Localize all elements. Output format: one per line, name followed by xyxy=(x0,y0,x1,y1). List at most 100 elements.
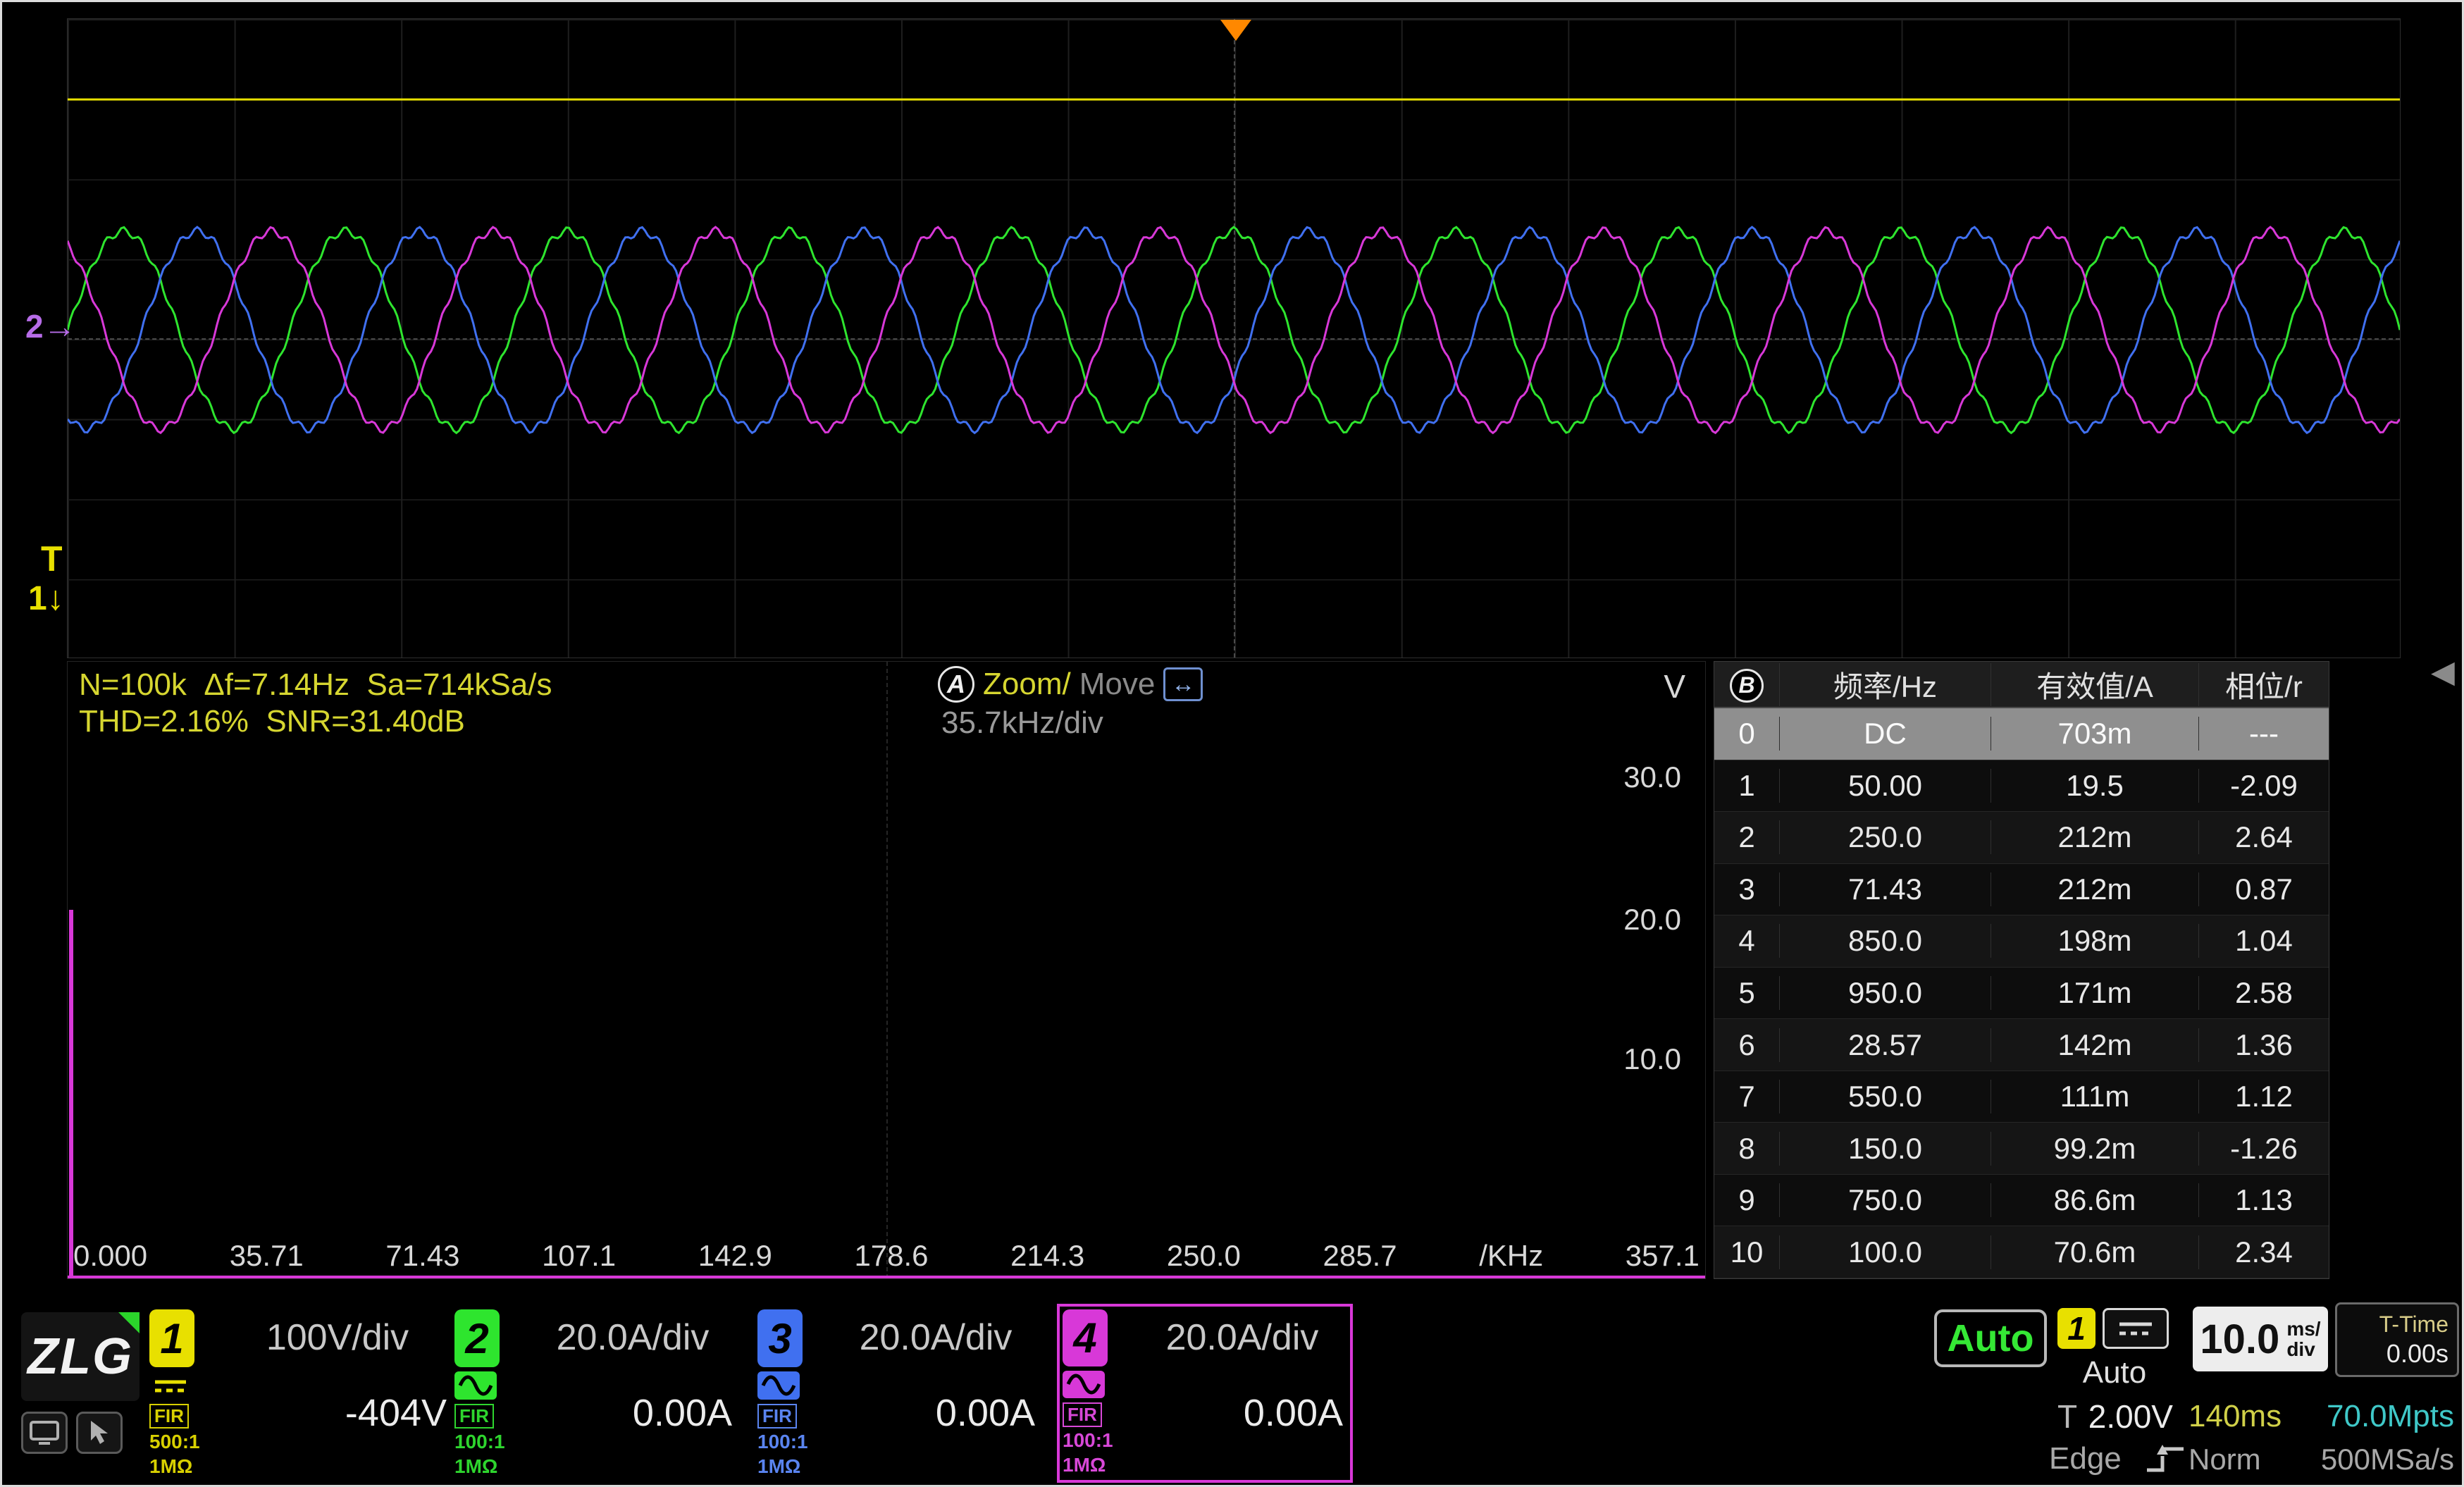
channel3-probe-info: FIR 100:1 1MΩ xyxy=(757,1404,808,1479)
ac-sine-icon xyxy=(454,1371,497,1399)
fft-xlabel: 71.43 xyxy=(385,1239,459,1273)
fft-ylabel-10: 10.0 xyxy=(1623,1042,1681,1076)
dc-coupling-icon xyxy=(149,1371,192,1399)
trigger-type[interactable]: Edge xyxy=(2049,1441,2197,1476)
fft-display[interactable]: N=100k Δf=7.14Hz Sa=714kSa/s THD=2.16% S… xyxy=(67,661,1706,1279)
trigger-level-marker[interactable]: T xyxy=(41,538,63,579)
table-row[interactable]: 7 550.0 111m 1.12 xyxy=(1714,1071,2329,1123)
fft-xlabel: 250.0 xyxy=(1167,1239,1241,1273)
table-row[interactable]: 4 850.0 198m 1.04 xyxy=(1714,915,2329,968)
channel1-panel[interactable]: 1 FIR 500:1 1MΩ 100V/div -404V xyxy=(149,1309,451,1479)
screenshot-icon[interactable] xyxy=(21,1412,68,1454)
channel1-position-marker[interactable]: 1↓ xyxy=(28,579,64,618)
timebase-box[interactable]: 10.0 ms/ div xyxy=(2193,1307,2328,1371)
table-row[interactable]: 10 100.0 70.6m 2.34 xyxy=(1714,1226,2329,1278)
fft-info-line1: N=100k Δf=7.14Hz Sa=714kSa/s xyxy=(79,667,552,703)
channel4-probe-info: FIR 100:1 1MΩ xyxy=(1063,1402,1113,1477)
fft-xunit: /KHz xyxy=(1479,1239,1543,1273)
memory-depth: 70.0Mpts xyxy=(2327,1399,2454,1434)
fft-move-label[interactable]: Move xyxy=(1079,667,1156,702)
channel2-panel[interactable]: 2 FIR 100:1 1MΩ 20.0A/div 0.00A xyxy=(454,1309,736,1479)
trigger-time-box[interactable]: T-Time 0.00s xyxy=(2335,1302,2459,1377)
trigger-type-label: Edge xyxy=(2049,1441,2122,1476)
channel2-scale: 20.0A/div xyxy=(529,1316,736,1359)
rising-edge-icon xyxy=(2143,1442,2188,1476)
channel4-badge[interactable]: 4 xyxy=(1063,1309,1108,1366)
trigger-level-label: T xyxy=(2057,1397,2077,1436)
fft-xlabel: 142.9 xyxy=(698,1239,772,1273)
table-row[interactable]: 2 250.0 212m 2.64 xyxy=(1714,812,2329,864)
trigger-level[interactable]: T 2.00V xyxy=(2057,1397,2173,1436)
fft-ylabel-30: 30.0 xyxy=(1623,760,1681,794)
fft-xlabel: 285.7 xyxy=(1323,1239,1397,1273)
table-row[interactable]: 5 950.0 171m 2.58 xyxy=(1714,968,2329,1020)
channel3-scale: 20.0A/div xyxy=(832,1316,1039,1359)
column-header-frequency: 频率/Hz xyxy=(1779,663,1991,706)
column-header-rms: 有效值/A xyxy=(1991,663,2198,706)
fft-xlabel: 0.000 xyxy=(73,1239,147,1273)
fft-zoom-control[interactable]: A Zoom/ Move ↔ xyxy=(938,666,1203,703)
channel4-panel-selected[interactable]: 4 FIR 100:1 1MΩ 20.0A/div 0.00A xyxy=(1057,1304,1353,1483)
t-time-label: T-Time xyxy=(2379,1312,2448,1338)
harmonics-header: B 频率/Hz 有效值/A 相位/r xyxy=(1714,662,2329,708)
table-row[interactable]: 1 50.00 19.5 -2.09 xyxy=(1714,760,2329,813)
ac-sine-icon xyxy=(1063,1371,1105,1398)
move-horizontal-icon[interactable]: ↔ xyxy=(1163,667,1203,702)
channel4-value: 0.00A xyxy=(1137,1391,1347,1435)
channel4-scale: 20.0A/div xyxy=(1137,1316,1347,1359)
fft-info-line2: THD=2.16% SNR=31.40dB xyxy=(79,704,465,739)
fft-xlabel: 357.1 xyxy=(1626,1239,1700,1273)
trigger-coupling-icon[interactable] xyxy=(2103,1308,2169,1349)
table-row[interactable]: 9 750.0 86.6m 1.13 xyxy=(1714,1175,2329,1227)
zlg-logo: ZLG xyxy=(21,1312,140,1401)
capture-window: 140ms xyxy=(2188,1399,2282,1434)
logo-corner-triangle xyxy=(118,1312,140,1333)
channel2-position-marker[interactable]: 2→ xyxy=(25,307,76,345)
channel1-badge[interactable]: 1 xyxy=(149,1309,194,1367)
trigger-mode-auto-button[interactable]: Auto xyxy=(1934,1309,2047,1367)
fft-ylabel-20: 20.0 xyxy=(1623,903,1681,937)
fft-fundamental-spike xyxy=(69,910,73,1276)
fft-center-gridline xyxy=(886,662,888,1278)
trigger-sweep-mode: Auto xyxy=(2057,1355,2172,1390)
waveform-traces xyxy=(68,19,2400,658)
knob-a-icon[interactable]: A xyxy=(938,666,974,703)
timebase-unit: ms/ div xyxy=(2286,1319,2320,1360)
harmonics-table: B 频率/Hz 有效值/A 相位/r 0 DC 703m --- 1 50.00… xyxy=(1714,661,2329,1279)
waveform-display[interactable] xyxy=(67,18,2401,658)
table-row[interactable]: 6 28.57 142m 1.36 xyxy=(1714,1019,2329,1071)
channel3-badge[interactable]: 3 xyxy=(757,1309,803,1367)
channel2-probe-info: FIR 100:1 1MΩ xyxy=(454,1404,505,1479)
fft-xlabel: 107.1 xyxy=(542,1239,616,1273)
fft-trace-baseline xyxy=(68,1276,1705,1278)
timebase-value: 10.0 xyxy=(2200,1316,2279,1363)
touch-pointer-icon[interactable] xyxy=(76,1412,123,1454)
channel2-value: 0.00A xyxy=(529,1391,736,1435)
table-row[interactable]: 8 150.0 99.2m -1.26 xyxy=(1714,1123,2329,1175)
waveform-trace-ch4 xyxy=(68,227,2400,433)
fft-xlabel: 178.6 xyxy=(854,1239,928,1273)
table-row[interactable]: 0 DC 703m --- xyxy=(1714,708,2329,760)
knob-b-icon[interactable]: B xyxy=(1730,669,1764,703)
trigger-position-marker[interactable] xyxy=(1220,20,1251,41)
trigger-source-channel1-badge[interactable]: 1 xyxy=(2057,1308,2095,1349)
fft-xlabel: 214.3 xyxy=(1010,1239,1084,1273)
channel2-badge[interactable]: 2 xyxy=(454,1309,500,1367)
channel3-value: 0.00A xyxy=(832,1391,1039,1435)
channel3-panel[interactable]: 3 FIR 100:1 1MΩ 20.0A/div 0.00A xyxy=(757,1309,1039,1479)
bottom-status-bar: ZLG 1 FIR 500:1 1MΩ xyxy=(0,1300,2464,1487)
fft-zoom-label[interactable]: Zoom/ xyxy=(983,667,1071,702)
channel1-probe-info: FIR 500:1 1MΩ xyxy=(149,1404,200,1479)
column-header-phase: 相位/r xyxy=(2198,663,2329,706)
t-time-value: 0.00s xyxy=(2386,1339,2448,1369)
fft-unit-label: V xyxy=(1664,667,1685,705)
channel1-scale: 100V/div xyxy=(224,1316,451,1359)
ac-sine-icon xyxy=(757,1371,800,1399)
table-row[interactable]: 3 71.43 212m 0.87 xyxy=(1714,864,2329,916)
sample-rate: 500MSa/s xyxy=(2321,1443,2454,1476)
panel-collapse-arrow[interactable]: ◀ xyxy=(2431,654,2455,690)
channel1-value: -404V xyxy=(224,1391,451,1435)
waveform-trace-ch2 xyxy=(68,227,2400,433)
trigger-source[interactable]: 1 xyxy=(2057,1308,2172,1349)
acquisition-mode: Norm xyxy=(2188,1443,2261,1476)
